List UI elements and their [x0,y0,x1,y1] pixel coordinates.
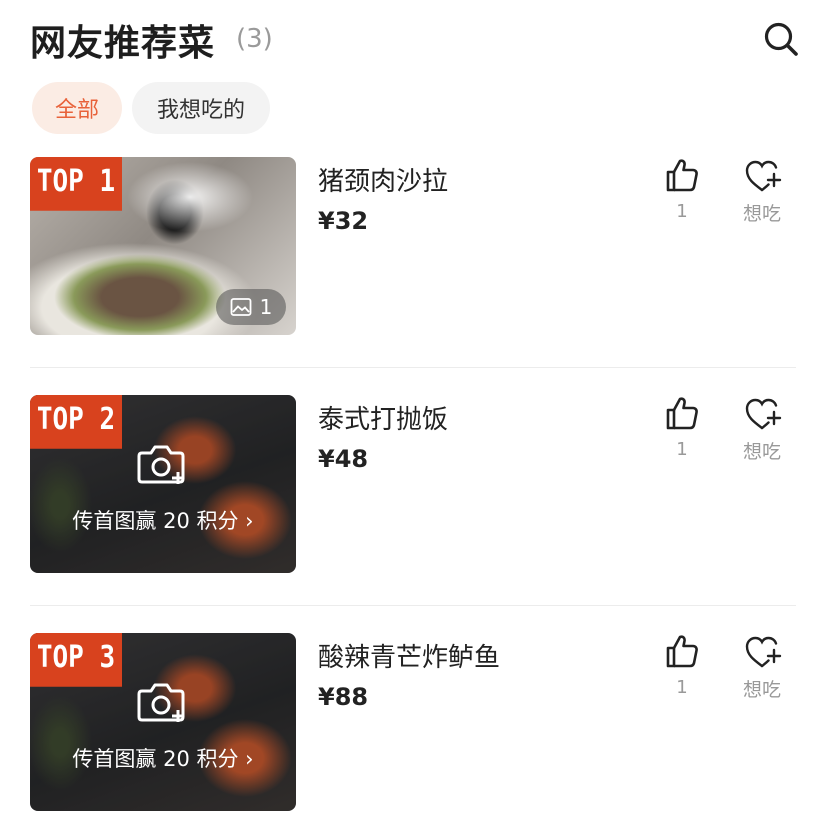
divider [30,605,796,606]
dish-name: 猪颈肉沙拉 [318,167,449,197]
thumbs-up-icon [666,397,698,430]
like-count: 1 [676,677,688,698]
tab-all[interactable]: 全部 [32,82,122,134]
photo-count-badge[interactable]: 1 [216,289,286,325]
dish-name: 酸辣青芒炸鲈鱼 [318,643,501,673]
dish-price: ¥88 [318,683,369,711]
like-count: 1 [676,439,688,460]
want-to-eat-button[interactable]: 想吃 [738,633,786,703]
upload-reward-link[interactable]: 传首图赢 20 积分 › [30,505,296,535]
camera-plus-icon [137,683,185,722]
heart-plus-icon [745,398,782,430]
photo-count: 1 [259,295,273,319]
header: 网友推荐菜 (3) [0,0,828,80]
heart-plus-icon [745,160,782,192]
search-icon[interactable] [762,20,800,58]
like-button[interactable]: 1 [662,395,702,465]
dish-item[interactable]: TOP 2 传首图赢 20 积分 › 泰式打抛饭 ¥48 1 想吃 [30,395,800,573]
dish-item[interactable]: TOP 1 1 猪颈肉沙拉 ¥32 1 想吃 [30,157,800,335]
like-count: 1 [676,201,688,222]
dish-photo[interactable]: TOP 1 1 [30,157,296,335]
want-to-eat-button[interactable]: 想吃 [738,157,786,227]
rank-badge: TOP 3 [30,633,122,687]
rank-badge: TOP 1 [30,157,122,211]
thumbs-up-icon [666,159,698,192]
like-button[interactable]: 1 [662,157,702,227]
camera-plus-icon [137,445,185,484]
want-to-eat-label: 想吃 [742,203,781,225]
image-icon [230,298,252,316]
divider [30,367,796,368]
dish-item[interactable]: TOP 3 传首图赢 20 积分 › 酸辣青芒炸鲈鱼 ¥88 1 想吃 [30,633,800,811]
upload-reward-link[interactable]: 传首图赢 20 积分 › [30,743,296,773]
upload-photo-placeholder[interactable]: TOP 2 传首图赢 20 积分 › [30,395,296,573]
want-to-eat-label: 想吃 [742,441,781,463]
upload-photo-placeholder[interactable]: TOP 3 传首图赢 20 积分 › [30,633,296,811]
dish-price: ¥32 [318,207,369,235]
tab-want-to-eat[interactable]: 我想吃的 [132,82,270,134]
dish-price: ¥48 [318,445,369,473]
dish-count: (3) [236,24,273,54]
like-button[interactable]: 1 [662,633,702,703]
heart-plus-icon [745,636,782,668]
thumbs-up-icon [666,635,698,668]
recommended-dishes-page: 网友推荐菜 (3) 全部 我想吃的 TOP 1 1 猪颈肉沙拉 ¥32 1 想吃… [0,0,828,840]
want-to-eat-button[interactable]: 想吃 [738,395,786,465]
page-title: 网友推荐菜 [30,23,216,64]
want-to-eat-label: 想吃 [742,679,781,701]
rank-badge: TOP 2 [30,395,122,449]
dish-name: 泰式打抛饭 [318,405,449,435]
